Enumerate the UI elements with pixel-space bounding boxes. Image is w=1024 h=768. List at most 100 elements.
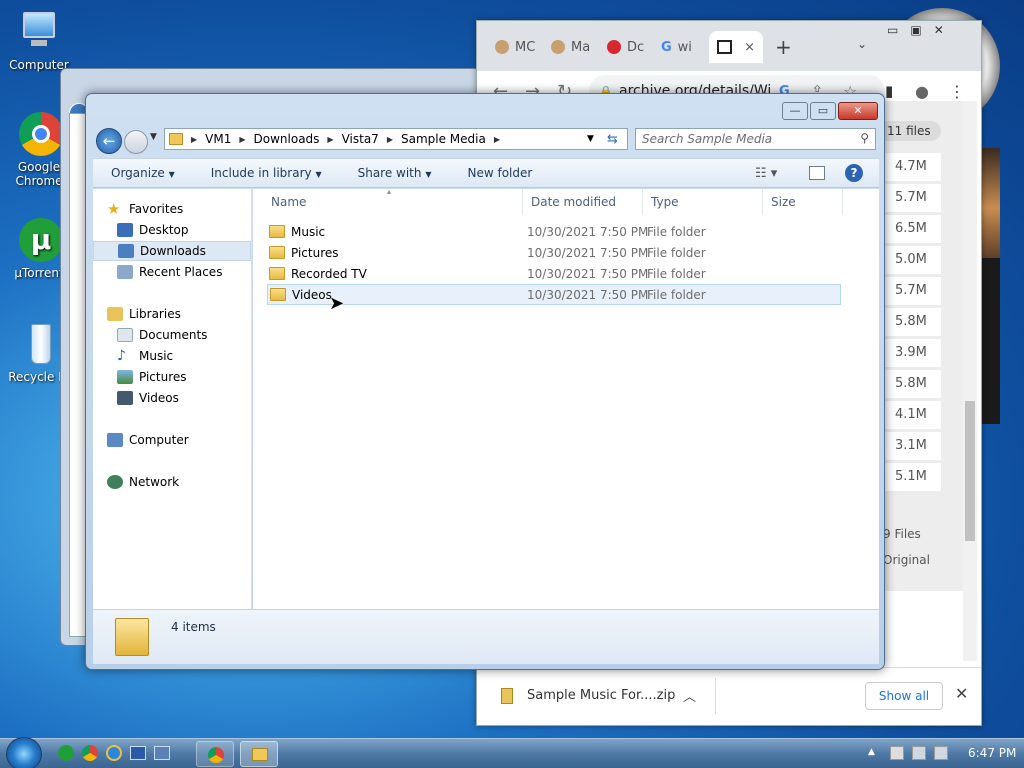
zip-file-icon bbox=[501, 688, 513, 704]
nav-desktop[interactable]: Desktop bbox=[117, 220, 275, 240]
column-header-type[interactable]: Type bbox=[645, 189, 763, 215]
minimize-button[interactable]: ▭ bbox=[887, 23, 898, 41]
column-header-date[interactable]: Date modified bbox=[525, 189, 643, 215]
switch-windows-quicklaunch-icon[interactable] bbox=[154, 746, 170, 760]
taskbar-chrome[interactable] bbox=[196, 741, 234, 767]
new-folder-button[interactable]: New folder bbox=[449, 166, 550, 180]
nav-recent-places[interactable]: Recent Places bbox=[117, 262, 275, 282]
minimize-button[interactable]: — bbox=[782, 102, 808, 120]
close-button[interactable]: ✕ bbox=[934, 23, 944, 41]
close-tab-icon[interactable]: × bbox=[744, 40, 755, 55]
show-all-button[interactable]: Show all bbox=[865, 682, 943, 710]
help-icon[interactable]: ? bbox=[845, 164, 863, 182]
computer-icon bbox=[107, 433, 123, 447]
close-download-bar-icon[interactable]: ✕ bbox=[955, 684, 968, 703]
column-header-name[interactable]: Name bbox=[265, 189, 523, 215]
address-bar[interactable]: ▶ VM1 ▶ Downloads ▶ Vista7 ▶ Sample Medi… bbox=[164, 128, 628, 150]
mouse-cursor-icon: ➤ bbox=[329, 293, 345, 314]
pictures-icon bbox=[117, 370, 133, 384]
refresh-icon[interactable]: ⇆ bbox=[607, 132, 618, 147]
file-size-cell: 3.1M bbox=[885, 432, 941, 460]
tab-1[interactable]: MC bbox=[495, 31, 535, 63]
maximize-button[interactable]: ▣ bbox=[910, 23, 921, 41]
file-size-cell: 5.0M bbox=[885, 246, 941, 274]
breadcrumb-vista7[interactable]: Vista7 bbox=[336, 132, 385, 146]
new-tab-button[interactable]: + bbox=[775, 35, 792, 59]
clock-time[interactable]: 6:47 PM bbox=[968, 746, 1016, 760]
breadcrumb-sample-media[interactable]: Sample Media bbox=[395, 132, 492, 146]
nav-favorites[interactable]: ★ Favorites bbox=[107, 199, 265, 219]
search-input[interactable]: Search Sample Media ⚲ bbox=[635, 128, 876, 150]
breadcrumb-downloads[interactable]: Downloads bbox=[248, 132, 326, 146]
file-size-cell: 4.7M bbox=[885, 153, 941, 181]
profile-icon[interactable]: ● bbox=[915, 82, 929, 101]
folder-icon bbox=[269, 267, 285, 280]
tab-3[interactable]: Dc bbox=[607, 31, 644, 63]
column-header-size[interactable]: Size bbox=[765, 189, 843, 215]
breadcrumb-vm1[interactable]: VM1 bbox=[199, 132, 237, 146]
download-item[interactable]: Sample Music For....zip bbox=[527, 688, 675, 703]
start-button[interactable] bbox=[6, 737, 42, 768]
file-row-recorded-tv[interactable]: Recorded TV 10/30/2021 7:50 PM File fold… bbox=[267, 263, 841, 284]
scrollbar[interactable] bbox=[963, 101, 977, 661]
chevron-down-icon: ▼ bbox=[168, 170, 175, 179]
tray-expand-icon[interactable]: ▲ bbox=[868, 747, 875, 757]
taskbar-explorer[interactable] bbox=[240, 741, 278, 767]
close-button[interactable]: ✕ bbox=[838, 102, 878, 120]
nav-computer[interactable]: Computer bbox=[107, 430, 265, 450]
star-icon: ★ bbox=[107, 200, 121, 218]
favicon-icon bbox=[495, 40, 509, 54]
desktop-icon-computer[interactable]: Computer bbox=[4, 10, 74, 72]
explorer-window[interactable]: — ▭ ✕ ← ▼ ▶ VM1 ▶ Downloads ▶ Vista7 ▶ S… bbox=[85, 93, 885, 670]
item-count: 4 items bbox=[171, 620, 216, 634]
nav-downloads[interactable]: Downloads bbox=[93, 241, 251, 261]
slideshow-gadget bbox=[980, 148, 1000, 268]
files-count-badge: 11 files bbox=[877, 121, 941, 141]
chrome-quicklaunch-icon[interactable] bbox=[82, 745, 98, 761]
breadcrumb-separator-icon: ▶ bbox=[327, 134, 334, 144]
show-desktop-quicklaunch-icon[interactable] bbox=[130, 746, 146, 760]
chrome-window-controls: ▭ ▣ ✕ bbox=[887, 23, 975, 41]
organize-button[interactable]: Organize ▼ bbox=[93, 166, 193, 180]
side-panel-icon[interactable]: ▮ bbox=[885, 82, 893, 100]
file-row-videos[interactable]: Videos 10/30/2021 7:50 PM File folder bbox=[267, 284, 841, 305]
ie-quicklaunch-icon[interactable] bbox=[106, 745, 122, 761]
download-chevron-icon[interactable]: ︿ bbox=[683, 686, 696, 705]
chrome-icon bbox=[17, 112, 63, 156]
maximize-button[interactable]: ▭ bbox=[810, 102, 836, 120]
action-center-icon[interactable] bbox=[890, 746, 904, 760]
share-with-button[interactable]: Share with ▼ bbox=[340, 166, 450, 180]
nav-videos[interactable]: Videos bbox=[117, 388, 275, 408]
nav-libraries[interactable]: Libraries bbox=[107, 304, 265, 324]
nav-music[interactable]: ♪ Music bbox=[117, 346, 275, 366]
menu-kebab-icon[interactable]: ⋮ bbox=[949, 82, 965, 101]
file-row-music[interactable]: Music 10/30/2021 7:50 PM File folder bbox=[267, 221, 841, 242]
recent-pages-chevron-icon[interactable]: ▼ bbox=[150, 132, 157, 142]
nav-network[interactable]: Network bbox=[107, 472, 265, 492]
back-button[interactable]: ← bbox=[96, 128, 122, 154]
chrome-icon bbox=[208, 747, 224, 763]
file-size-cell: 5.8M bbox=[885, 308, 941, 336]
archive-icon bbox=[717, 40, 733, 54]
network-tray-icon[interactable] bbox=[912, 746, 926, 760]
tab-4[interactable]: Gwi bbox=[661, 31, 692, 63]
forward-button[interactable] bbox=[124, 130, 148, 154]
preview-pane-icon[interactable] bbox=[809, 166, 825, 180]
include-in-library-button[interactable]: Include in library ▼ bbox=[193, 166, 340, 180]
nav-pictures[interactable]: Pictures bbox=[117, 367, 275, 387]
file-row-pictures[interactable]: Pictures 10/30/2021 7:50 PM File folder bbox=[267, 242, 841, 263]
favicon-icon bbox=[551, 40, 565, 54]
view-options-icon[interactable]: ☷ ▾ bbox=[755, 166, 777, 181]
utorrent-quicklaunch-icon[interactable] bbox=[58, 745, 74, 761]
folder-icon bbox=[169, 133, 183, 145]
volume-tray-icon[interactable] bbox=[934, 746, 948, 760]
breadcrumb-separator-icon: ▶ bbox=[386, 134, 393, 144]
search-icon: ⚲ bbox=[860, 131, 869, 145]
nav-documents[interactable]: Documents bbox=[117, 325, 275, 345]
tab-2[interactable]: Ma bbox=[551, 31, 590, 63]
tab-search-icon[interactable]: ⌄ bbox=[857, 37, 867, 51]
breadcrumb-separator-icon: ▶ bbox=[191, 134, 198, 144]
address-dropdown-icon[interactable]: ▼ bbox=[587, 134, 594, 144]
tab-active-archive[interactable]: × bbox=[709, 31, 763, 63]
breadcrumb-separator-icon: ▶ bbox=[239, 134, 246, 144]
